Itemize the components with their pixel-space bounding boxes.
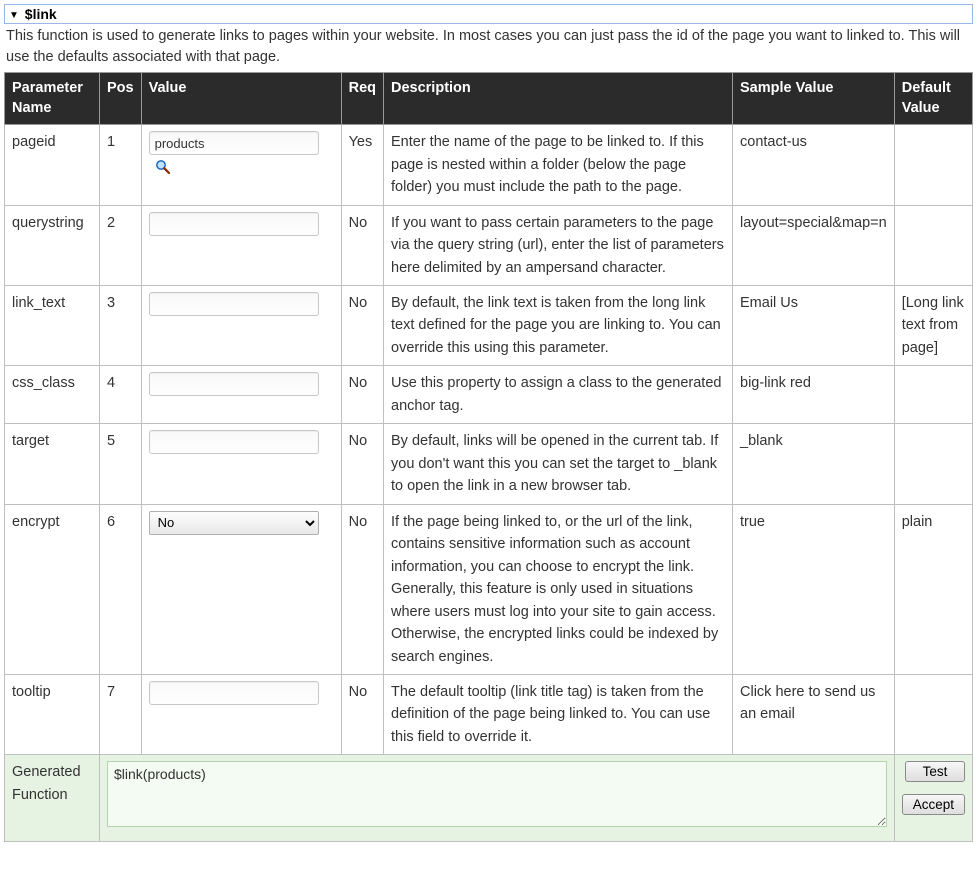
- col-description: Description: [384, 73, 733, 125]
- param-description: If you want to pass certain parameters t…: [384, 205, 733, 285]
- param-sample: layout=special&map=n: [733, 205, 895, 285]
- panel-title-bar[interactable]: ▼ $link: [4, 4, 973, 24]
- test-button[interactable]: Test: [905, 761, 965, 782]
- param-req: No: [341, 675, 383, 755]
- param-value-input[interactable]: [149, 681, 319, 705]
- col-default-value: Default Value: [894, 73, 972, 125]
- parameters-table: Parameter Name Pos Value Req Description…: [4, 72, 973, 842]
- param-description: If the page being linked to, or the url …: [384, 504, 733, 674]
- param-pos: 3: [100, 285, 142, 365]
- col-pos: Pos: [100, 73, 142, 125]
- param-name: tooltip: [5, 675, 100, 755]
- param-value-cell: [141, 366, 341, 424]
- table-row: link_text3 NoBy default, the link text is…: [5, 285, 973, 365]
- param-value-input[interactable]: [149, 372, 319, 396]
- param-value-cell: [141, 675, 341, 755]
- param-name: querystring: [5, 205, 100, 285]
- param-req: No: [341, 366, 383, 424]
- param-pos: 4: [100, 366, 142, 424]
- col-parameter-name: Parameter Name: [5, 73, 100, 125]
- param-req: No: [341, 504, 383, 674]
- param-pos: 2: [100, 205, 142, 285]
- param-sample: Email Us: [733, 285, 895, 365]
- param-default: plain: [894, 504, 972, 674]
- param-req: No: [341, 205, 383, 285]
- param-default: [894, 424, 972, 504]
- param-default: [Long link text from page]: [894, 285, 972, 365]
- param-value-cell: No: [141, 504, 341, 674]
- accept-button[interactable]: Accept: [902, 794, 965, 815]
- panel-title: $link: [25, 6, 57, 22]
- param-value-input[interactable]: [149, 430, 319, 454]
- param-name: link_text: [5, 285, 100, 365]
- param-default: [894, 675, 972, 755]
- param-default: [894, 205, 972, 285]
- param-pos: 7: [100, 675, 142, 755]
- generated-function-label: Generated Function: [5, 755, 100, 841]
- param-description: Enter the name of the page to be linked …: [384, 125, 733, 205]
- col-value: Value: [141, 73, 341, 125]
- collapse-triangle-icon[interactable]: ▼: [9, 10, 19, 21]
- table-row: tooltip7 NoThe default tooltip (link titl…: [5, 675, 973, 755]
- param-sample: contact-us: [733, 125, 895, 205]
- param-value-input[interactable]: [149, 212, 319, 236]
- param-description: By default, the link text is taken from …: [384, 285, 733, 365]
- param-sample: true: [733, 504, 895, 674]
- param-pos: 5: [100, 424, 142, 504]
- param-req: No: [341, 285, 383, 365]
- param-name: pageid: [5, 125, 100, 205]
- param-sample: _blank: [733, 424, 895, 504]
- col-sample-value: Sample Value: [733, 73, 895, 125]
- param-req: No: [341, 424, 383, 504]
- generated-function-output[interactable]: [107, 761, 887, 827]
- col-req: Req: [341, 73, 383, 125]
- param-value-select[interactable]: No: [149, 511, 319, 535]
- param-sample: Click here to send us an email: [733, 675, 895, 755]
- param-default: [894, 366, 972, 424]
- param-value-cell: [141, 125, 341, 205]
- param-name: css_class: [5, 366, 100, 424]
- param-value-input[interactable]: [149, 131, 319, 155]
- table-row: querystring2 NoIf you want to pass certai…: [5, 205, 973, 285]
- table-row: target5 NoBy default, links will be opene…: [5, 424, 973, 504]
- table-row: css_class4 NoUse this property to assign …: [5, 366, 973, 424]
- param-pos: 6: [100, 504, 142, 674]
- param-value-input[interactable]: [149, 292, 319, 316]
- param-sample: big-link red: [733, 366, 895, 424]
- param-description: By default, links will be opened in the …: [384, 424, 733, 504]
- param-pos: 1: [100, 125, 142, 205]
- param-req: Yes: [341, 125, 383, 205]
- param-default: [894, 125, 972, 205]
- param-value-cell: [141, 285, 341, 365]
- param-name: encrypt: [5, 504, 100, 674]
- intro-text: This function is used to generate links …: [4, 26, 973, 72]
- param-name: target: [5, 424, 100, 504]
- table-row: pageid1 YesEnter the name of the page to …: [5, 125, 973, 205]
- table-row: encrypt6NoNoIf the page being linked to,…: [5, 504, 973, 674]
- param-description: Use this property to assign a class to t…: [384, 366, 733, 424]
- param-value-cell: [141, 424, 341, 504]
- magnifier-icon[interactable]: [155, 159, 171, 175]
- param-value-cell: [141, 205, 341, 285]
- param-description: The default tooltip (link title tag) is …: [384, 675, 733, 755]
